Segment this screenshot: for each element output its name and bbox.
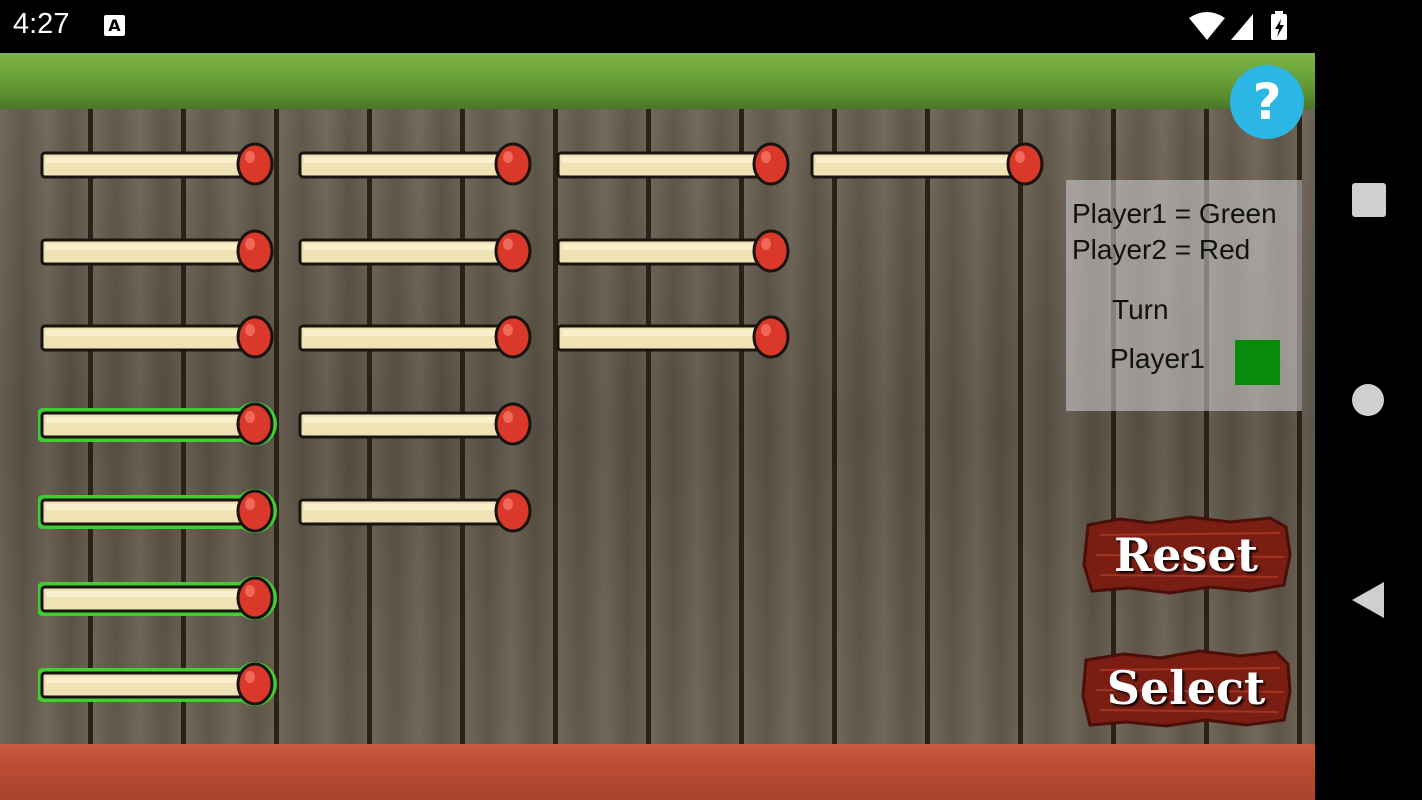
match-stick-selected[interactable]	[38, 485, 278, 545]
game-area: ? Player1 = Green Player2 = Red Turn Pla…	[0, 53, 1315, 800]
select-button[interactable]: Select	[1080, 648, 1292, 728]
clock: 4:27	[13, 8, 70, 40]
info-panel: Player1 = Green Player2 = Red Turn Playe…	[1066, 180, 1302, 411]
player1-legend: Player1 = Green	[1072, 198, 1277, 229]
navigation-bar	[1315, 0, 1422, 800]
brick-floor	[0, 744, 1315, 800]
reset-label: Reset	[1114, 528, 1258, 582]
home-button[interactable]	[1352, 384, 1384, 416]
match-stick[interactable]	[296, 138, 536, 198]
grass-strip	[0, 53, 1315, 109]
match-stick[interactable]	[296, 225, 536, 285]
match-stick[interactable]	[808, 138, 1048, 198]
reset-button[interactable]: Reset	[1080, 515, 1292, 595]
recents-button[interactable]	[1352, 183, 1386, 217]
match-stick[interactable]	[554, 311, 794, 371]
match-stick[interactable]	[554, 225, 794, 285]
match-stick-selected[interactable]	[38, 658, 278, 718]
wifi-icon	[1189, 12, 1225, 40]
match-stick[interactable]	[38, 311, 278, 371]
match-stick[interactable]	[38, 138, 278, 198]
help-button[interactable]: ?	[1230, 65, 1304, 139]
match-stick-selected[interactable]	[38, 572, 278, 632]
match-stick-selected[interactable]	[38, 398, 278, 458]
select-label: Select	[1106, 661, 1266, 715]
notification-a-icon: A	[104, 15, 125, 36]
status-icons	[1189, 11, 1287, 40]
signal-icon	[1231, 14, 1253, 40]
match-stick[interactable]	[296, 398, 536, 458]
status-bar: 4:27 A	[0, 0, 1315, 53]
match-stick[interactable]	[38, 225, 278, 285]
match-stick[interactable]	[296, 485, 536, 545]
player2-legend: Player2 = Red	[1072, 234, 1251, 265]
current-player: Player1	[1110, 343, 1205, 374]
match-stick[interactable]	[296, 311, 536, 371]
match-stick[interactable]	[554, 138, 794, 198]
turn-color-swatch	[1235, 340, 1280, 385]
back-button[interactable]	[1352, 582, 1386, 618]
turn-label: Turn	[1112, 294, 1169, 325]
